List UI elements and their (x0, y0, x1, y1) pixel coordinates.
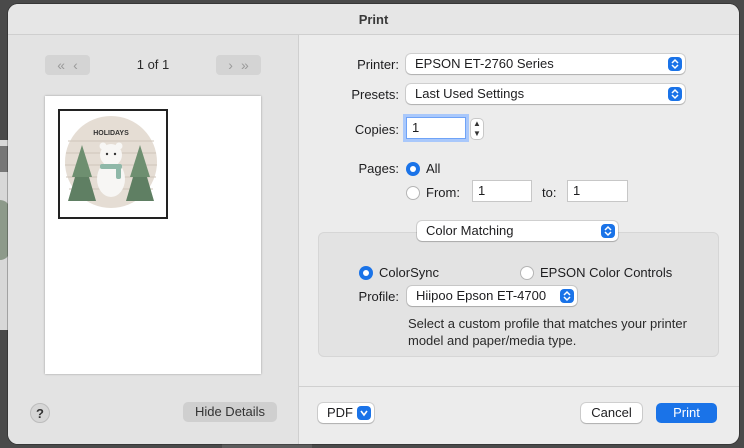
colorsync-radio[interactable] (359, 266, 373, 280)
color-matching-panel: ColorSync EPSON Color Controls Profile: … (318, 232, 719, 357)
print-dialog: Print « ‹ 1 of 1 › » HOLIDAYS ? Hide Det… (8, 4, 739, 444)
chevron-updown-icon (601, 224, 615, 238)
printer-label: Printer: (357, 57, 399, 72)
cancel-button[interactable]: Cancel (581, 403, 642, 423)
presets-select[interactable]: Last Used Settings (406, 84, 685, 104)
chevron-updown-icon (668, 57, 682, 71)
last-page-icon[interactable]: » (241, 57, 249, 73)
pages-to-label: to: (542, 185, 557, 200)
help-button[interactable]: ? (30, 403, 50, 423)
holiday-bear-artwork: HOLIDAYS (65, 116, 157, 208)
printer-select[interactable]: EPSON ET-2760 Series (406, 54, 685, 74)
presets-label: Presets: (351, 87, 399, 102)
hide-details-button[interactable]: Hide Details (183, 402, 277, 422)
profile-description: Select a custom profile that matches you… (408, 316, 687, 348)
printer-select-value: EPSON ET-2760 Series (415, 56, 554, 71)
copies-stepper[interactable]: ▲ ▼ (471, 119, 483, 139)
section-select-value: Color Matching (426, 223, 514, 238)
profile-select-value: Hiipoo Epson ET-4700 (416, 288, 547, 303)
pages-all-radio[interactable] (406, 162, 420, 176)
footer-divider (299, 386, 739, 387)
copies-field[interactable]: 1 (406, 117, 466, 139)
chevron-updown-icon (560, 289, 574, 303)
pdf-menu-button[interactable]: PDF (318, 403, 374, 423)
section-select[interactable]: Color Matching (417, 221, 618, 241)
pages-label: Pages: (358, 161, 399, 176)
settings-pane: Printer: EPSON ET-2760 Series Presets: L… (299, 35, 739, 444)
epson-color-controls-label: EPSON Color Controls (540, 265, 673, 280)
thumbnail-caption: HOLIDAYS (93, 130, 129, 137)
dialog-title: Print (8, 4, 739, 35)
pages-from-label: From: (426, 185, 460, 200)
pages-from-field[interactable]: 1 (472, 180, 532, 202)
print-button[interactable]: Print (656, 403, 717, 423)
profile-label: Profile: (358, 289, 399, 304)
copies-label: Copies: (354, 122, 399, 137)
colorsync-label: ColorSync (379, 265, 439, 280)
print-image-thumbnail: HOLIDAYS (58, 109, 168, 219)
next-page-icon[interactable]: › (228, 57, 233, 73)
pages-range-radio[interactable] (406, 186, 420, 200)
presets-select-value: Last Used Settings (415, 86, 525, 101)
pdf-menu-label: PDF (327, 405, 353, 420)
next-page-buttons[interactable]: › » (216, 55, 261, 75)
pages-all-label: All (426, 161, 441, 176)
page-preview: HOLIDAYS (45, 96, 261, 374)
preview-pane: « ‹ 1 of 1 › » HOLIDAYS ? Hide Details (8, 35, 299, 444)
profile-select[interactable]: Hiipoo Epson ET-4700 (407, 286, 577, 306)
chevron-down-icon (357, 406, 371, 420)
epson-color-controls-radio[interactable] (520, 266, 534, 280)
pages-to-field[interactable]: 1 (567, 180, 628, 202)
chevron-updown-icon (668, 87, 682, 101)
